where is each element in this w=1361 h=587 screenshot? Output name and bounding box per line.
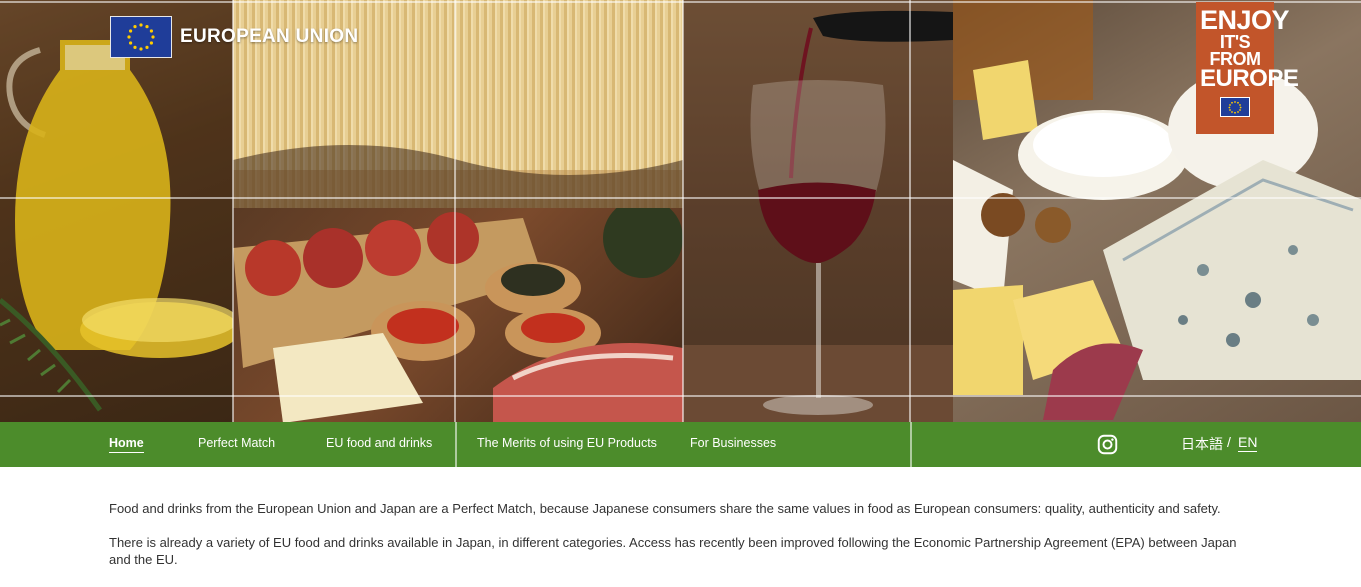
hero-banner: EUROPEAN UNION ENJOY IT'S FROM EUROPE: [0, 0, 1361, 422]
eu-logo-text: EUROPEAN UNION: [180, 26, 359, 47]
nav-divider: [910, 422, 912, 467]
instagram-icon[interactable]: [1097, 434, 1118, 455]
hero-image-olive-oil: [0, 0, 233, 422]
nav-item-perfect-match[interactable]: Perfect Match: [198, 436, 275, 450]
intro-content: Food and drinks from the European Union …: [109, 500, 1249, 585]
badge-line-2: IT'S FROM: [1209, 31, 1262, 69]
eu-flag-icon: [110, 16, 172, 58]
nav-item-eu-food-and-drinks[interactable]: EU food and drinks: [326, 436, 432, 450]
nav-item-home[interactable]: Home: [109, 436, 144, 453]
badge-line-1: ENJOY: [1200, 5, 1290, 35]
hero-image-wine: [683, 0, 953, 422]
hero-image-cheese: [953, 0, 1361, 422]
intro-paragraph: Food and drinks from the European Union …: [109, 501, 1221, 516]
language-japanese-link[interactable]: 日本語: [1181, 434, 1223, 454]
eu-logo[interactable]: EUROPEAN UNION: [110, 16, 358, 58]
language-separator: /: [1227, 434, 1231, 450]
intro-paragraph: There is already a variety of EU food an…: [109, 535, 1237, 567]
enjoy-europe-badge: ENJOY IT'S FROM EUROPE: [1196, 2, 1299, 134]
badge-eu-flag-icon: [1220, 96, 1250, 117]
nav-item-merits[interactable]: The Merits of using EU Products: [477, 436, 657, 450]
nav-divider: [455, 422, 457, 467]
main-nav: Home Perfect Match EU food and drinks Th…: [0, 422, 1361, 467]
nav-item-for-businesses[interactable]: For Businesses: [690, 436, 776, 450]
badge-line-3: EUROPE: [1200, 64, 1299, 92]
language-english-link[interactable]: EN: [1238, 434, 1258, 452]
hero-image-salami: [233, 208, 683, 422]
